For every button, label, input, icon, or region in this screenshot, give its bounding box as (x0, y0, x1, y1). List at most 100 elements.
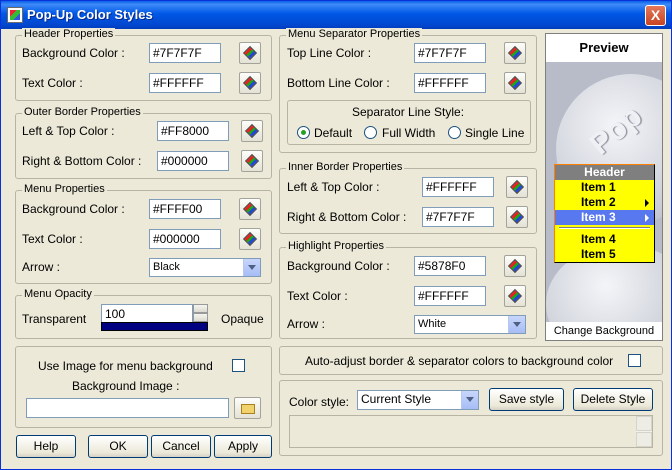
outer-rb-color-field[interactable]: #000000 (157, 151, 229, 171)
dialog-window: Pop-Up Color Styles X Header Properties … (0, 0, 672, 470)
auto-adjust-checkbox[interactable] (628, 354, 641, 367)
scroll-up-icon[interactable] (636, 416, 652, 431)
use-image-checkbox[interactable] (232, 359, 245, 372)
chevron-down-icon[interactable] (508, 316, 525, 333)
menu-item[interactable]: Item 1 (555, 180, 654, 195)
header-bg-color-field[interactable]: #7F7F7F (149, 43, 221, 63)
style-description-area[interactable] (289, 415, 653, 448)
color-picker-icon (507, 258, 523, 274)
radio-single-line-label[interactable]: Single Line (465, 126, 524, 140)
inner-lt-color-field[interactable]: #FFFFFF (422, 177, 494, 197)
close-button[interactable]: X (645, 5, 666, 26)
save-style-button[interactable]: Save style (489, 388, 564, 411)
menu-item[interactable]: Item 2 (555, 195, 654, 210)
radio-default[interactable] (297, 126, 310, 139)
apply-button[interactable]: Apply (214, 435, 272, 458)
menu-item-highlighted[interactable]: Item 3 (555, 210, 654, 225)
help-button[interactable]: Help (16, 435, 76, 458)
menu-text-color-field[interactable]: #000000 (149, 229, 221, 249)
sep-top-color-field[interactable]: #7F7F7F (414, 43, 486, 63)
outer-border-legend: Outer Border Properties (22, 106, 143, 118)
radio-full-width[interactable] (364, 126, 377, 139)
menu-item-label: Item 1 (581, 180, 616, 194)
sep-bottom-color-picker-button[interactable] (504, 72, 526, 94)
header-text-color-picker-button[interactable] (239, 72, 261, 94)
color-picker-icon (244, 153, 260, 169)
menu-item[interactable]: Item 4 (555, 232, 654, 247)
menu-bg-color-picker-button[interactable] (239, 198, 261, 220)
color-picker-icon (244, 123, 260, 139)
inner-rb-color-field[interactable]: #7F7F7F (422, 207, 494, 227)
bg-image-label: Background Image : (72, 379, 180, 393)
color-picker-icon (242, 45, 258, 61)
menu-bg-color-field[interactable]: #FFFF00 (149, 199, 221, 219)
hl-arrow-select[interactable]: White (414, 315, 526, 334)
header-properties-legend: Header Properties (22, 28, 116, 40)
sep-bottom-color-field[interactable]: #FFFFFF (414, 73, 486, 93)
menu-item[interactable]: Item 5 (555, 247, 654, 262)
spin-up-icon[interactable] (193, 304, 208, 313)
bg-image-field[interactable] (26, 398, 229, 418)
preview-menu: Header Item 1 Item 2 Item 3 Item 4 Item … (554, 164, 655, 263)
opacity-spinner[interactable] (192, 304, 208, 322)
header-properties-group: Header Properties (15, 28, 272, 101)
window-title: Pop-Up Color Styles (27, 7, 153, 22)
inner-lt-color-picker-button[interactable] (506, 176, 528, 198)
delete-style-button[interactable]: Delete Style (573, 388, 653, 411)
chevron-down-icon[interactable] (243, 259, 260, 276)
chevron-down-icon[interactable] (461, 391, 478, 409)
submenu-arrow-icon (645, 199, 649, 207)
radio-single-line[interactable] (448, 126, 461, 139)
color-picker-icon (242, 201, 258, 217)
menu-text-label: Text Color : (22, 232, 83, 246)
sep-top-color-picker-button[interactable] (504, 42, 526, 64)
color-style-value: Current Style (361, 392, 432, 406)
hl-text-color-field[interactable]: #FFFFFF (414, 286, 486, 306)
color-picker-icon (507, 45, 523, 61)
header-text-color-field[interactable]: #FFFFFF (149, 73, 221, 93)
ok-button[interactable]: OK (88, 435, 148, 458)
outer-lt-color-field[interactable]: #FF8000 (157, 121, 229, 141)
spin-down-icon[interactable] (193, 313, 208, 322)
inner-rb-color-picker-button[interactable] (506, 206, 528, 228)
inner-border-legend: Inner Border Properties (286, 161, 405, 173)
inner-rb-label: Right & Bottom Color : (287, 210, 407, 224)
cancel-button[interactable]: Cancel (151, 435, 211, 458)
header-bg-label: Background Color : (22, 46, 125, 60)
outer-lt-label: Left & Top Color : (22, 124, 115, 138)
title-bar[interactable]: Pop-Up Color Styles X (1, 1, 671, 29)
change-background-button[interactable]: Change Background (546, 322, 662, 340)
color-picker-icon (509, 179, 525, 195)
submenu-arrow-icon (645, 214, 649, 222)
color-style-label: Color style: (289, 395, 350, 409)
color-picker-icon (509, 209, 525, 225)
header-text-label: Text Color : (22, 76, 83, 90)
menu-properties-legend: Menu Properties (22, 183, 107, 195)
menu-separator (555, 225, 654, 232)
color-picker-icon (242, 231, 258, 247)
outer-border-group: Outer Border Properties (15, 106, 272, 179)
outer-lt-color-picker-button[interactable] (241, 120, 263, 142)
app-icon (7, 7, 23, 23)
radio-full-width-label[interactable]: Full Width (382, 126, 435, 140)
hl-bg-color-field[interactable]: #5878F0 (414, 256, 486, 276)
opacity-slider[interactable] (101, 322, 208, 331)
scrollbar[interactable] (636, 416, 652, 447)
menu-arrow-select[interactable]: Black (149, 258, 261, 277)
hl-arrow-label: Arrow : (287, 317, 326, 331)
menu-item-label: Item 3 (581, 210, 616, 224)
outer-rb-color-picker-button[interactable] (241, 150, 263, 172)
scroll-down-icon[interactable] (636, 432, 652, 447)
hl-bg-color-picker-button[interactable] (504, 255, 526, 277)
hl-text-color-picker-button[interactable] (504, 285, 526, 307)
radio-default-label[interactable]: Default (314, 126, 352, 140)
preview-title: Preview (546, 34, 662, 62)
auto-adjust-label: Auto-adjust border & separator colors to… (305, 354, 614, 368)
color-style-select[interactable]: Current Style (357, 390, 479, 410)
transparent-label: Transparent (22, 312, 87, 326)
header-bg-color-picker-button[interactable] (239, 42, 261, 64)
menu-item-label: Item 5 (581, 247, 616, 261)
browse-button[interactable] (234, 397, 261, 419)
menu-text-color-picker-button[interactable] (239, 228, 261, 250)
menu-arrow-label: Arrow : (22, 260, 61, 274)
